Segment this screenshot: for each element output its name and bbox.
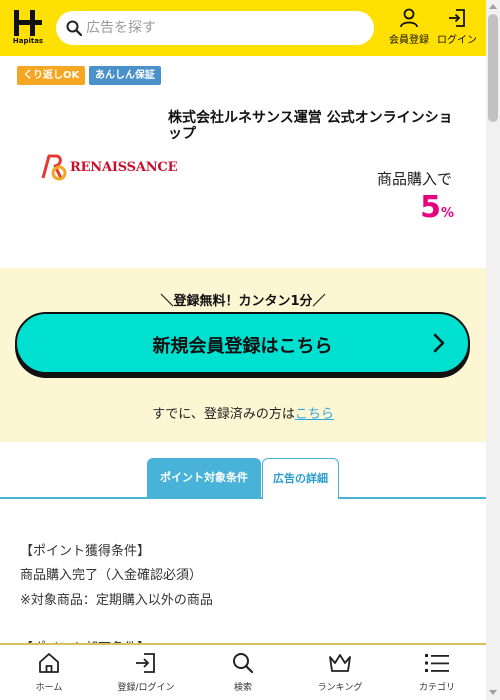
repeat-ok-badge: くり返しOK [17, 66, 86, 85]
nav-login-label: 登録/ログイン [117, 683, 175, 693]
login-icon [136, 653, 155, 673]
crown-icon [329, 654, 351, 672]
search-icon [66, 20, 82, 36]
shop-title: 株式会社ルネサンス運営 公式オンラインショップ [168, 110, 453, 142]
scroll-thumb[interactable] [488, 14, 498, 122]
condition-line: 商品購入完了（入金確認必須） [20, 568, 203, 583]
home-icon [39, 653, 59, 673]
nav-home[interactable]: ホーム [9, 651, 89, 693]
nav-search[interactable]: 検索 [203, 651, 283, 693]
search-input[interactable] [86, 15, 366, 41]
scroll-down-arrow-icon[interactable] [489, 690, 497, 695]
safe-guarantee-badge: あんしん保証 [89, 66, 161, 85]
hapitas-logo[interactable]: Hapitas [8, 6, 48, 48]
existing-member-text: すでに、登録済みの方はこちら [0, 403, 486, 422]
condition-heading: 【ポイント獲得条件】 [20, 544, 151, 559]
member-register-label: 会員登録 [389, 35, 429, 46]
scroll-up-arrow-icon[interactable] [489, 4, 497, 9]
renaissance-mark-icon [41, 154, 67, 181]
bottom-nav: ホーム 登録/ログイン 検索 ランキング カテゴリ [0, 643, 486, 700]
nav-ranking-label: ランキング [317, 683, 363, 693]
login-icon [449, 9, 465, 27]
shop-logo: RENAISSANCE [40, 150, 177, 184]
tab-point-conditions[interactable]: ポイント対象条件 [147, 458, 261, 499]
search-icon [233, 653, 254, 674]
nav-category[interactable]: カテゴリ [397, 651, 477, 693]
logo-mark-icon [12, 8, 44, 38]
member-register-button[interactable]: 会員登録 [386, 8, 432, 48]
chevron-right-icon [433, 333, 445, 353]
nav-ranking[interactable]: ランキング [300, 651, 380, 693]
nav-home-label: ホーム [35, 683, 63, 693]
search-box[interactable] [56, 11, 374, 45]
nav-login[interactable]: 登録/ログイン [106, 651, 186, 693]
signup-button-label: 新規会員登録はこちら [152, 336, 333, 357]
login-label: ログイン [437, 35, 477, 46]
condition-line: ※対象商品：定期購入以外の商品 [20, 593, 213, 608]
nav-search-label: 検索 [233, 683, 252, 693]
user-icon [400, 8, 418, 28]
rate-value: 5 [420, 190, 441, 225]
list-icon [425, 654, 449, 672]
signup-button[interactable]: 新規会員登録はこちら [15, 312, 470, 374]
scrollbar[interactable] [486, 0, 500, 700]
header-bar: Hapitas 会員登録 ログイン [0, 0, 486, 56]
existing-prefix: すでに、登録済みの方は [152, 407, 295, 422]
register-section: ＼登録無料！カンタン1分／ 新規会員登録はこちら すでに、登録済みの方はこちら [0, 268, 486, 442]
nav-category-label: カテゴリ [418, 683, 455, 693]
login-button[interactable]: ログイン [434, 8, 480, 48]
tab-ad-details[interactable]: 広告の詳細 [262, 458, 339, 499]
existing-member-link[interactable]: こちら [295, 407, 334, 422]
rate-unit: % [440, 206, 454, 221]
free-registration-note: ＼登録無料！カンタン1分／ [160, 294, 326, 309]
purchase-label: 商品購入で [376, 170, 452, 188]
point-rate: 5% [380, 190, 454, 225]
logo-text: Hapitas [12, 37, 44, 45]
shop-logo-text: RENAISSANCE [70, 160, 178, 175]
